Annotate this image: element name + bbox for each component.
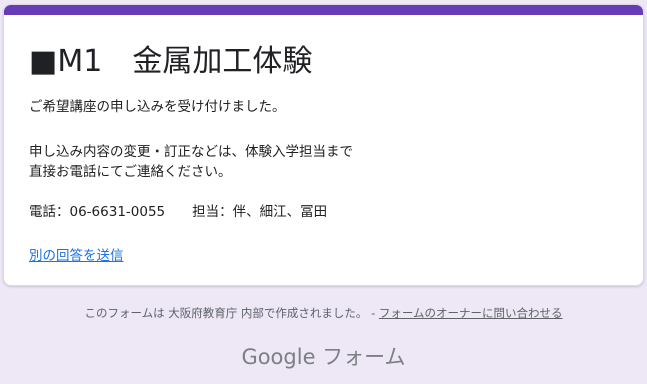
confirmation-message: ご希望講座の申し込みを受け付けました。 (29, 99, 286, 115)
form-title: ■M1 金属加工体験 (29, 44, 313, 79)
card-accent-bar (4, 5, 643, 15)
google-forms-logo[interactable]: Google フォーム (0, 341, 647, 371)
footer-notice: このフォームは 大阪府教育庁 内部で作成されました。 - フォームのオーナーに問… (0, 305, 647, 321)
footer-created-by-text: このフォームは 大阪府教育庁 内部で作成されました。 - (84, 306, 379, 320)
contact-info: 電話：06-6631-0055 担当：伴、細江、冨田 (29, 204, 328, 220)
instructions-line-1: 申し込み内容の変更・訂正などは、体験入学担当まで (29, 144, 353, 160)
confirmation-card: ■M1 金属加工体験 ご希望講座の申し込みを受け付けました。 申し込み内容の変更… (3, 4, 644, 286)
instructions-line-2: 直接お電話にてご連絡ください。 (29, 164, 232, 180)
submit-another-response-link[interactable]: 別の回答を送信 (29, 246, 124, 266)
contact-owner-link[interactable]: フォームのオーナーに問い合わせる (379, 306, 563, 320)
